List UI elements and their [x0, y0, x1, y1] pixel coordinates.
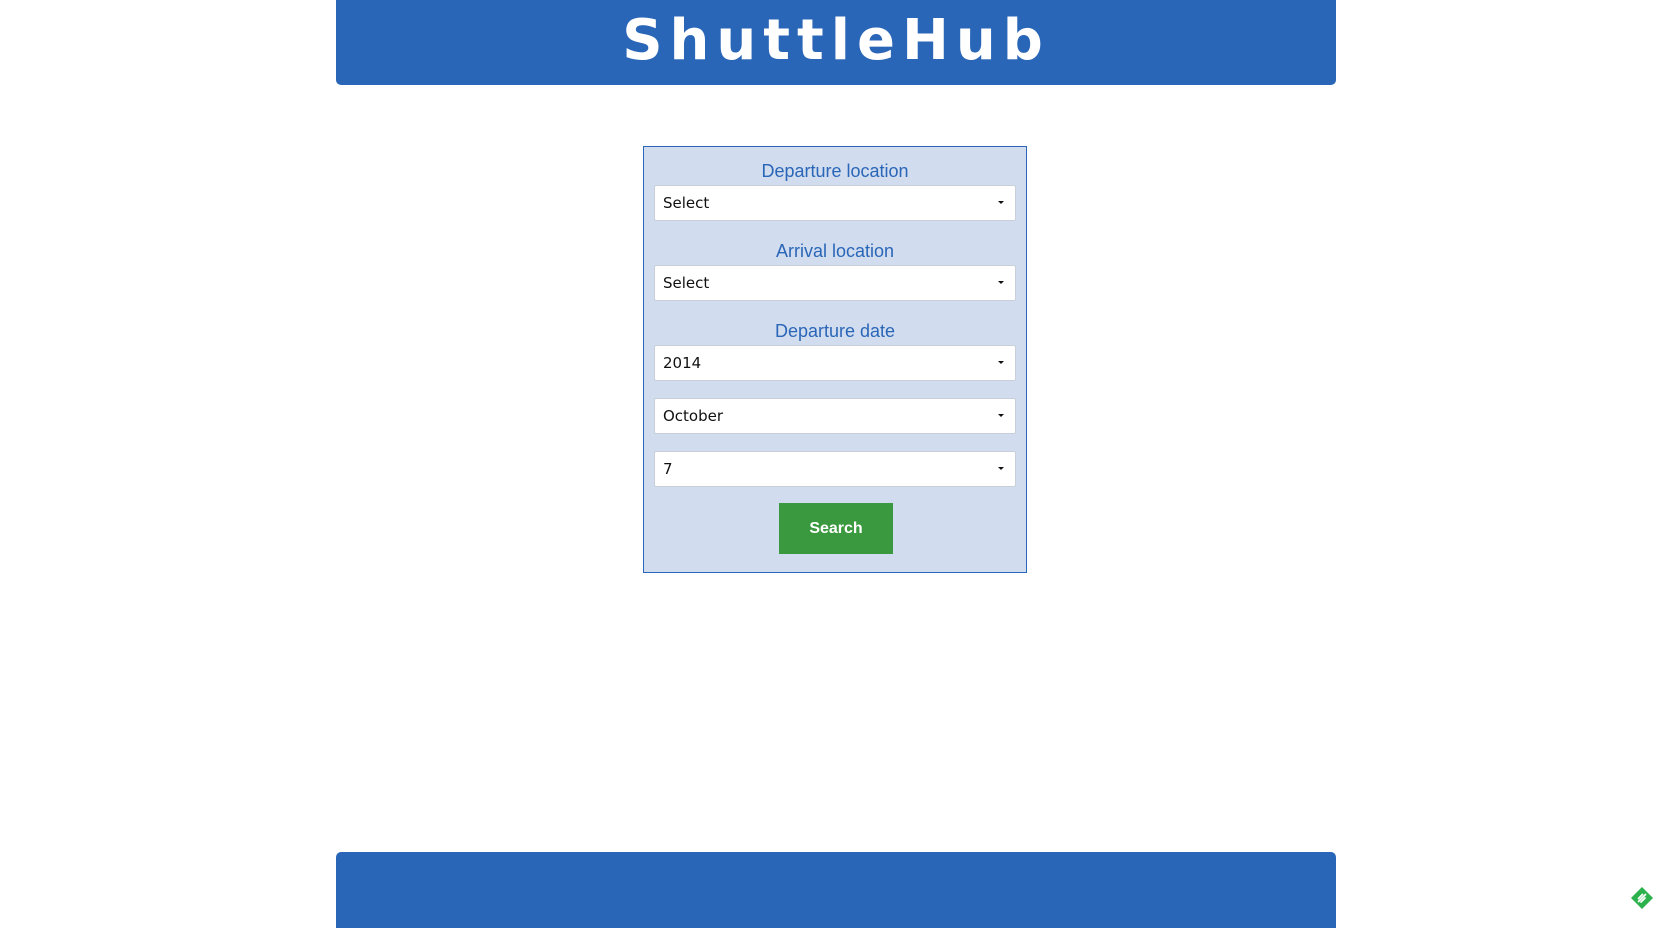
departure-day-value: 7: [663, 460, 673, 478]
page: ShuttleHub Departure location Select Arr…: [0, 0, 1673, 928]
departure-year-value: 2014: [663, 354, 702, 372]
departure-year-select[interactable]: 2014: [654, 345, 1016, 381]
site-header: ShuttleHub: [336, 0, 1336, 85]
chevron-down-icon: [998, 414, 1004, 417]
feedly-icon[interactable]: [1630, 886, 1654, 910]
departure-location-select[interactable]: Select: [654, 185, 1016, 221]
departure-month-select[interactable]: October: [654, 398, 1016, 434]
chevron-down-icon: [998, 361, 1004, 364]
departure-location-label: Departure location: [761, 161, 909, 181]
departure-day-select[interactable]: 7: [654, 451, 1016, 487]
chevron-down-icon: [998, 201, 1004, 204]
search-form: Departure location Select Arrival locati…: [643, 146, 1027, 573]
arrival-location-label: Arrival location: [775, 241, 895, 261]
search-button[interactable]: Search: [779, 503, 893, 554]
chevron-down-icon: [998, 467, 1004, 470]
departure-month-value: October: [663, 407, 724, 425]
site-logo[interactable]: ShuttleHub: [622, 12, 1050, 69]
arrival-location-select[interactable]: Select: [654, 265, 1016, 301]
site-footer: [336, 852, 1336, 928]
arrival-location-value: Select: [663, 274, 710, 292]
chevron-down-icon: [998, 281, 1004, 284]
departure-location-value: Select: [663, 194, 710, 212]
departure-date-label: Departure date: [774, 321, 896, 341]
